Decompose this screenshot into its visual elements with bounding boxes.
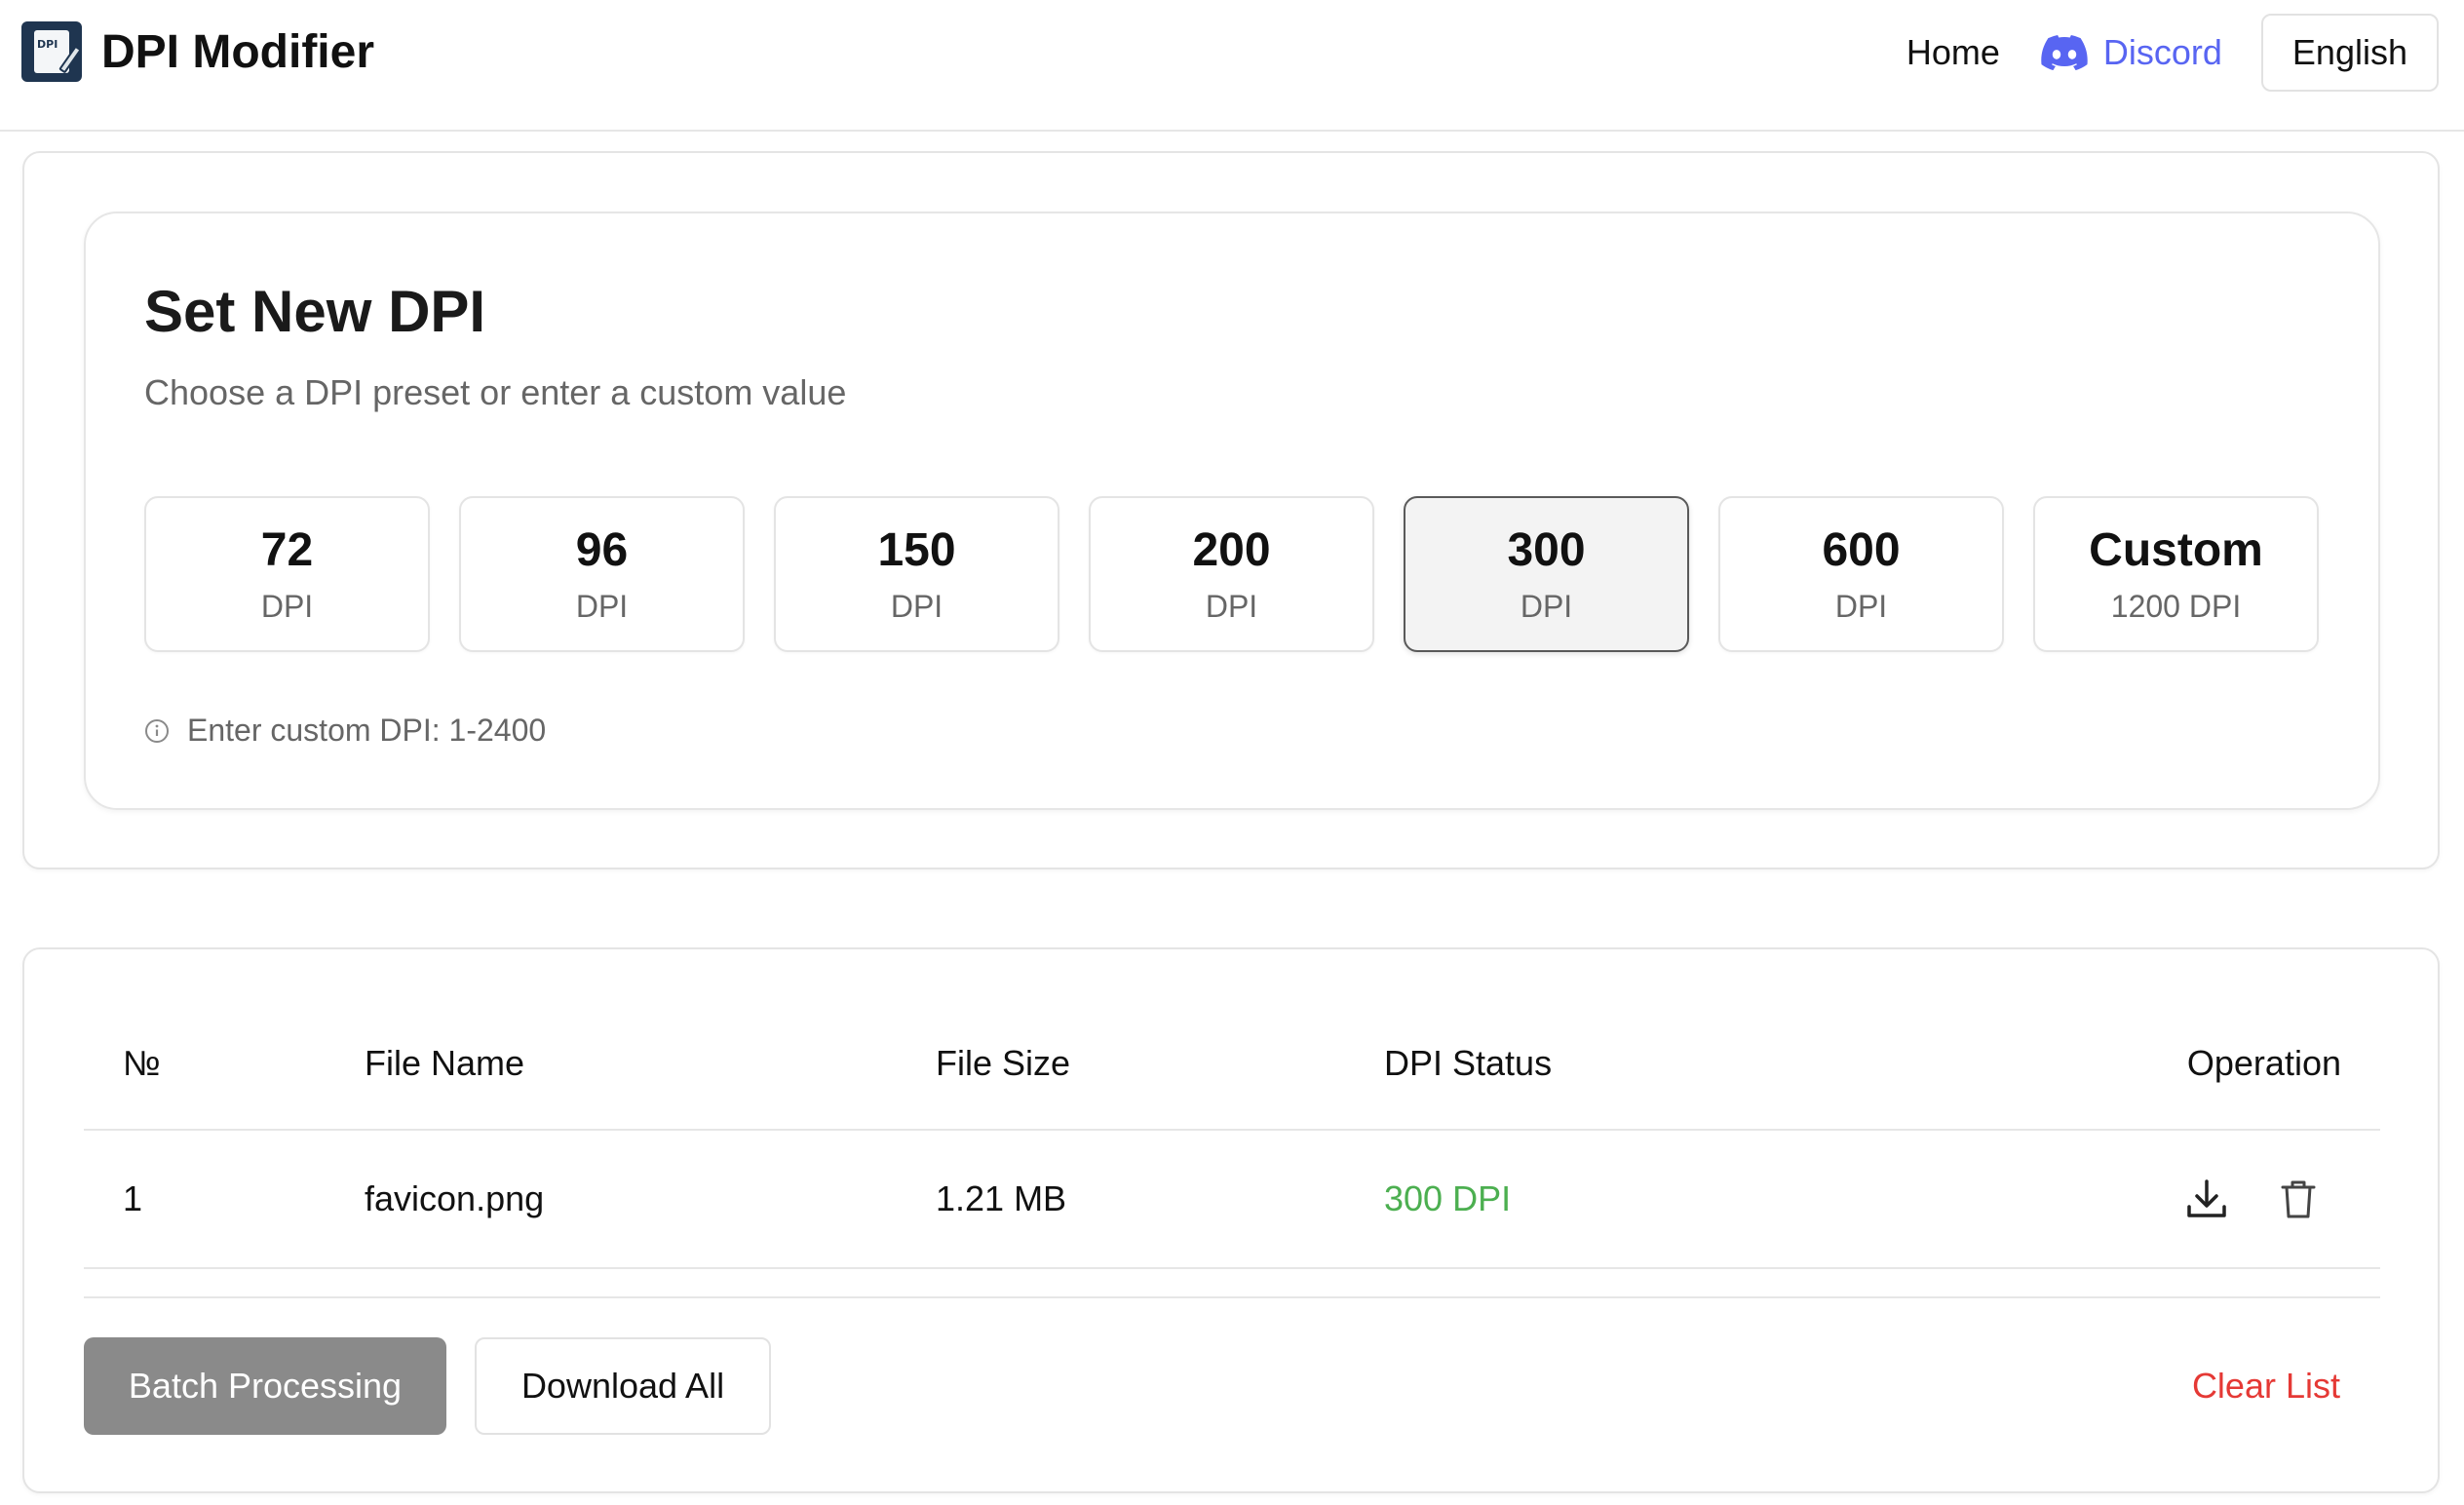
file-table: № File Name File Size DPI Status Operati… xyxy=(84,998,2380,1269)
row-dpi-status: 300 DPI xyxy=(1384,1178,1512,1218)
preset-unit: DPI xyxy=(890,589,943,624)
col-number: № xyxy=(123,1043,161,1083)
col-file-size: File Size xyxy=(936,1043,1071,1083)
nav-home-link[interactable]: Home xyxy=(1906,32,2000,73)
section-subtitle: Choose a DPI preset or enter a custom va… xyxy=(144,372,847,412)
preset-unit: DPI xyxy=(1834,589,1888,624)
col-file-name: File Name xyxy=(365,1043,525,1083)
preset-300[interactable]: 300 DPI xyxy=(1404,496,1689,652)
preset-unit: DPI xyxy=(1205,589,1258,624)
preset-unit: DPI xyxy=(1520,589,1573,624)
col-dpi-status: DPI Status xyxy=(1384,1043,1553,1083)
col-operation: Operation xyxy=(2186,1043,2341,1083)
batch-processing-button[interactable]: Batch Processing xyxy=(84,1337,446,1435)
top-header: DPI DPI Modifier Home Discord English xyxy=(0,0,2464,132)
page: DPI DPI Modifier Home Discord English Se… xyxy=(0,0,2464,1505)
row-file-name: favicon.png xyxy=(365,1178,545,1218)
row-operations xyxy=(2183,1176,2322,1222)
discord-icon xyxy=(2041,35,2088,70)
app-title: DPI Modifier xyxy=(101,25,375,78)
discord-label: Discord xyxy=(2102,32,2222,72)
preset-value: 600 xyxy=(1822,524,1901,576)
table-row: 1 favicon.png 1.21 MB 300 DPI xyxy=(84,1131,2380,1269)
dpi-settings-card: Set New DPI Choose a DPI preset or enter… xyxy=(22,151,2440,869)
preset-value: 200 xyxy=(1192,524,1271,576)
logo-icon: DPI xyxy=(21,21,82,82)
download-icon[interactable] xyxy=(2183,1176,2230,1222)
row-number: 1 xyxy=(123,1178,143,1218)
preset-value: 150 xyxy=(877,524,956,576)
clear-list-button[interactable]: Clear List xyxy=(2192,1337,2340,1435)
file-list-card: № File Name File Size DPI Status Operati… xyxy=(22,947,2440,1493)
language-select[interactable]: English xyxy=(2260,14,2439,92)
preset-unit: DPI xyxy=(260,589,314,624)
dpi-settings-panel: Set New DPI Choose a DPI preset or enter… xyxy=(84,212,2380,810)
row-file-size: 1.21 MB xyxy=(936,1178,1067,1218)
preset-600[interactable]: 600 DPI xyxy=(1718,496,2004,652)
trash-icon[interactable] xyxy=(2275,1176,2322,1222)
preset-unit: DPI xyxy=(575,589,629,624)
info-icon xyxy=(145,718,169,743)
section-title: Set New DPI xyxy=(144,279,486,344)
custom-dpi-hint: Enter custom DPI: 1-2400 xyxy=(144,713,546,749)
preset-150[interactable]: 150 DPI xyxy=(774,496,1059,652)
table-header: № File Name File Size DPI Status Operati… xyxy=(84,998,2380,1131)
footer-divider xyxy=(84,1296,2380,1298)
preset-value: 300 xyxy=(1507,524,1586,576)
preset-value: 96 xyxy=(575,524,629,576)
preset-value: Custom xyxy=(2089,524,2263,576)
brand[interactable]: DPI DPI Modifier xyxy=(21,21,374,82)
preset-value: 72 xyxy=(260,524,314,576)
nav-discord-link[interactable]: Discord xyxy=(2041,32,2222,73)
preset-200[interactable]: 200 DPI xyxy=(1089,496,1374,652)
top-nav: Home Discord English xyxy=(1906,14,2439,92)
preset-96[interactable]: 96 DPI xyxy=(459,496,745,652)
dpi-preset-group: 72 DPI 96 DPI 150 DPI 200 DPI 300 DPI 60… xyxy=(144,496,2319,652)
preset-unit: 1200 DPI xyxy=(2110,589,2242,624)
hint-text: Enter custom DPI: 1-2400 xyxy=(187,713,547,748)
download-all-button[interactable]: Download All xyxy=(475,1337,771,1435)
preset-custom[interactable]: Custom 1200 DPI xyxy=(2033,496,2319,652)
preset-72[interactable]: 72 DPI xyxy=(144,496,430,652)
